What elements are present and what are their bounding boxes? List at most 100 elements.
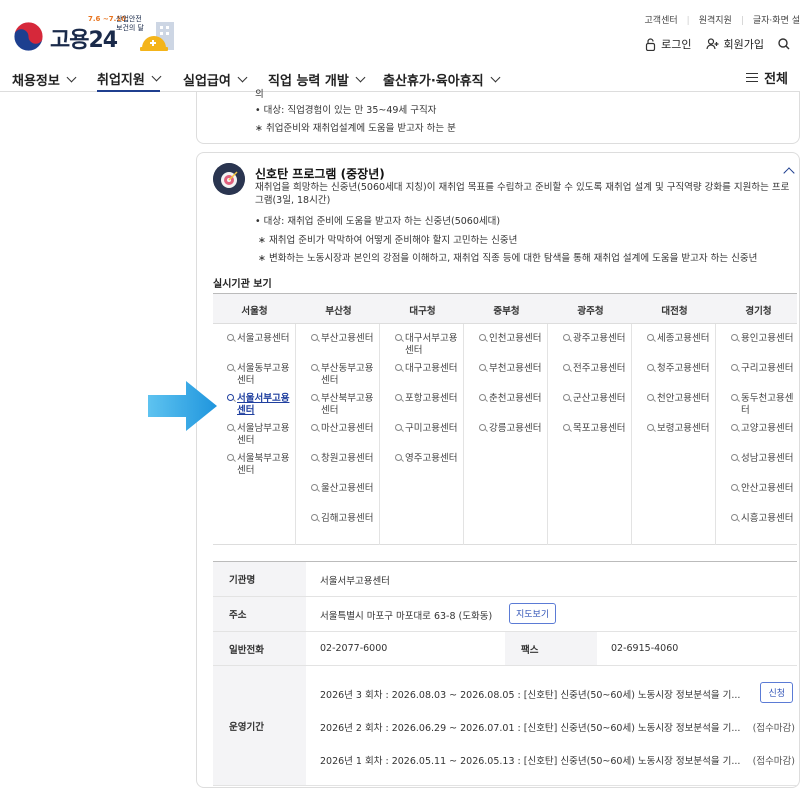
login-button[interactable]: 로그인 <box>645 36 692 52</box>
region-header: 광주청 <box>577 306 604 317</box>
signup-button[interactable]: 회원가입 <box>705 36 764 52</box>
detail-label: 기관명 <box>213 562 306 596</box>
office-detail-table: 기관명 서울서부고용센터 주소 서울특별시 마포구 마포대로 63-8 (도화동… <box>213 561 797 786</box>
search-icon <box>311 454 318 461</box>
top-header: 고용24 7.6 ~7.10 산업안전 보건의 달 고객센터 원격지원 글자·화… <box>0 0 800 62</box>
office-link[interactable]: 서울남부고용센터 <box>227 423 297 447</box>
office-name: 서울서부고용센터 <box>237 393 290 416</box>
office-name: 목포고용센터 <box>573 423 626 434</box>
pointer-arrow-icon <box>148 381 217 431</box>
office-link[interactable]: 대구고용센터 <box>395 363 465 375</box>
office-link[interactable]: 서울동부고용센터 <box>227 363 297 387</box>
office-name: 포항고용센터 <box>405 393 458 404</box>
phone-value: 02-2077-6000 <box>320 643 388 654</box>
office-link[interactable]: 부산북부고용센터 <box>311 393 381 417</box>
office-link[interactable]: 군산고용센터 <box>563 393 633 405</box>
office-link[interactable]: 춘천고용센터 <box>479 393 549 405</box>
office-link[interactable]: 인천고용센터 <box>479 333 549 345</box>
office-link[interactable]: 대구서부고용센터 <box>395 333 465 357</box>
office-name: 천안고용센터 <box>657 393 710 404</box>
nav-item-unemployment-benefit[interactable]: 실업급여 <box>183 66 248 92</box>
nav-item-parental-leave[interactable]: 출산휴가·육아휴직 <box>383 66 501 92</box>
office-name: 성남고용센터 <box>741 453 794 464</box>
nav-item-vocational-training[interactable]: 직업 능력 개발 <box>268 66 366 92</box>
office-name: 부산고용센터 <box>321 333 374 344</box>
office-link[interactable]: 시흥고용센터 <box>731 513 800 525</box>
office-name: 서울고용센터 <box>237 333 290 344</box>
program-note: ∗ 재취업 준비가 막막하여 어떻게 준비해야 할지 고민하는 신중년 <box>258 235 518 246</box>
search-icon <box>395 424 402 431</box>
search-icon <box>731 364 738 371</box>
apply-button[interactable]: 신청 <box>760 682 793 703</box>
text-screen-settings-link[interactable]: 글자·화면 설 <box>741 13 800 26</box>
office-name-value: 서울서부고용센터 <box>320 576 390 587</box>
office-name: 영주고용센터 <box>405 453 458 464</box>
office-link[interactable]: 세종고용센터 <box>647 333 717 345</box>
office-link[interactable]: 청주고용센터 <box>647 363 717 375</box>
program-title[interactable]: 신호탄 프로그램 (중장년) <box>255 165 385 182</box>
office-link[interactable]: 고양고용센터 <box>731 423 800 435</box>
office-link[interactable]: 서울고용센터 <box>227 333 297 345</box>
office-link[interactable]: 전주고용센터 <box>563 363 633 375</box>
office-link[interactable]: 구리고용센터 <box>731 363 800 375</box>
search-icon <box>395 394 402 401</box>
office-link[interactable]: 천안고용센터 <box>647 393 717 405</box>
prev-card-note: ∗ 취업준비와 재취업설계에 도움을 받고자 하는 분 <box>255 123 456 134</box>
search-icon <box>731 484 738 491</box>
office-link[interactable]: 울산고용센터 <box>311 483 381 495</box>
office-link[interactable]: 영주고용센터 <box>395 453 465 465</box>
nav-item-jobs[interactable]: 채용정보 <box>12 66 77 92</box>
search-icon <box>227 334 234 341</box>
office-link[interactable]: 용인고용센터 <box>731 333 800 345</box>
prev-card-target: • 대상: 직업경험이 있는 만 35~49세 구직자 <box>255 105 437 116</box>
search-icon <box>731 514 738 521</box>
nav-item-employment-support[interactable]: 취업지원 <box>97 66 162 92</box>
office-link[interactable]: 부천고용센터 <box>479 363 549 375</box>
all-menu-button[interactable]: 전체 <box>746 68 788 87</box>
office-link[interactable]: 부산동부고용센터 <box>311 363 381 387</box>
government-logo-icon[interactable] <box>12 20 45 53</box>
office-link[interactable]: 창원고용센터 <box>311 453 381 465</box>
login-label: 로그인 <box>661 38 692 51</box>
office-link[interactable]: 포항고용센터 <box>395 393 465 405</box>
office-link[interactable]: 마산고용센터 <box>311 423 381 435</box>
site-logo-text[interactable]: 고용24 <box>50 22 118 54</box>
search-icon <box>311 484 318 491</box>
utility-links: 고객센터 원격지원 글자·화면 설 <box>645 13 800 26</box>
office-link[interactable]: 광주고용센터 <box>563 333 633 345</box>
office-link[interactable]: 강릉고용센터 <box>479 423 549 435</box>
search-icon <box>731 334 738 341</box>
remote-support-link[interactable]: 원격지원 <box>687 13 732 26</box>
search-icon <box>647 334 654 341</box>
lock-icon <box>646 37 656 51</box>
office-link[interactable]: 목포고용센터 <box>563 423 633 435</box>
office-link[interactable]: 서울북부고용센터 <box>227 453 297 477</box>
office-link[interactable]: 김해고용센터 <box>311 513 381 525</box>
map-view-button[interactable]: 지도보기 <box>509 603 557 624</box>
customer-center-link[interactable]: 고객센터 <box>645 13 678 26</box>
office-name: 시흥고용센터 <box>741 513 794 524</box>
office-link[interactable]: 성남고용센터 <box>731 453 800 465</box>
office-link[interactable]: 서울서부고용센터 <box>227 393 297 417</box>
search-icon <box>563 394 570 401</box>
office-link[interactable]: 보령고용센터 <box>647 423 717 435</box>
schedule-item: 2026년 2 회차 : 2026.06.29 ~ 2026.07.01 : [… <box>320 723 741 734</box>
office-link[interactable]: 부산고용센터 <box>311 333 381 345</box>
fax-value: 02-6915-4060 <box>611 643 679 654</box>
auth-area: 로그인 회원가입 <box>645 36 790 52</box>
search-icon[interactable] <box>778 38 790 50</box>
office-link[interactable]: 안산고용센터 <box>731 483 800 495</box>
chevron-down-icon <box>237 72 248 82</box>
detail-row-address: 주소 서울특별시 마포구 마포대로 63-8 (도화동) 지도보기 <box>213 597 797 632</box>
office-name: 김해고용센터 <box>321 513 374 524</box>
region-header-row: 서울청 부산청 대구청 중부청 광주청 대전청 경기청 <box>213 294 797 324</box>
office-name: 구리고용센터 <box>741 363 794 374</box>
office-link[interactable]: 동두천고용센터 <box>731 393 800 417</box>
office-link[interactable]: 구미고용센터 <box>395 423 465 435</box>
office-name: 부천고용센터 <box>489 363 542 374</box>
main-navigation: 채용정보 취업지원 실업급여 직업 능력 개발 출산휴가·육아휴직 전체 <box>0 62 800 92</box>
chevron-up-icon[interactable] <box>783 167 795 179</box>
search-icon <box>395 334 402 341</box>
section-title: 실시기관 보기 <box>213 279 272 290</box>
search-icon <box>311 394 318 401</box>
